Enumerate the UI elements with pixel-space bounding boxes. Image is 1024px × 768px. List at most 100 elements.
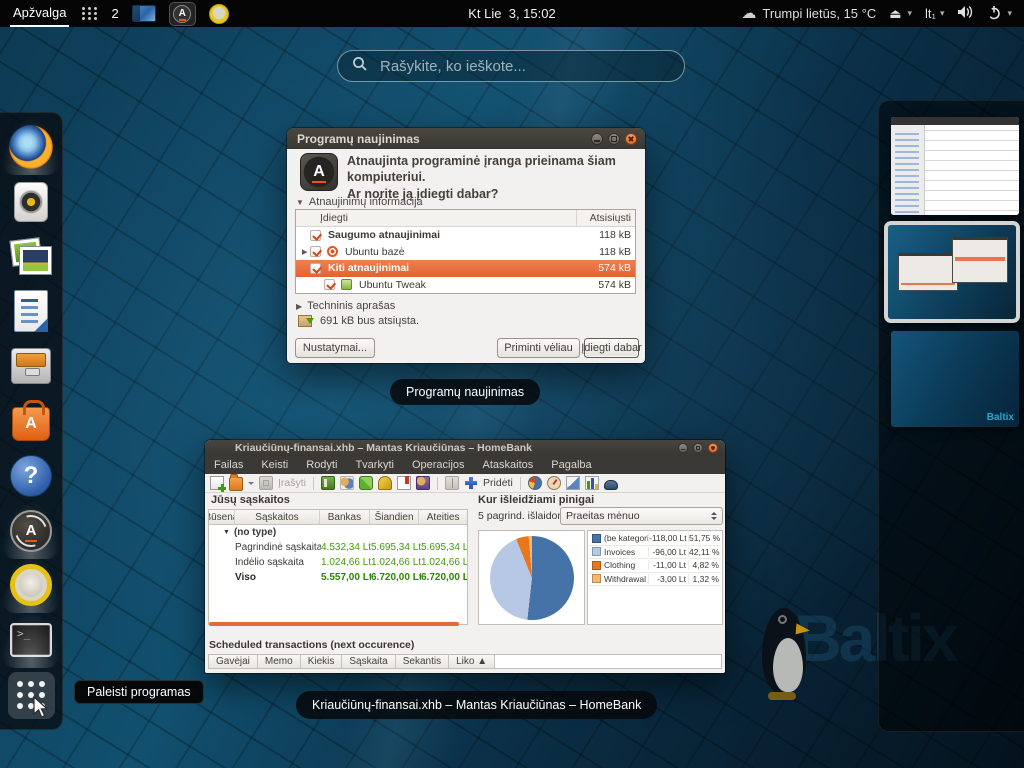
time-report-icon[interactable] <box>547 476 561 490</box>
checkbox-checked[interactable] <box>310 246 321 257</box>
horizontal-scrollbar[interactable] <box>209 622 459 626</box>
period-select[interactable]: Praeitas mėnuo <box>560 507 723 525</box>
show-register-icon[interactable] <box>445 476 459 490</box>
menu-failas[interactable]: Failas <box>205 459 252 471</box>
dock-item-software-store[interactable]: A <box>6 396 56 446</box>
archive-icon[interactable] <box>397 476 411 490</box>
save-icon[interactable] <box>259 476 273 490</box>
column-status[interactable]: Būsena <box>209 510 235 524</box>
power-menu[interactable]: ▾ <box>987 5 1012 23</box>
column-future[interactable]: Ateities <box>419 510 467 524</box>
dock-item-music-player[interactable] <box>6 177 56 227</box>
column-bank[interactable]: Bankas <box>320 510 370 524</box>
column-next[interactable]: Sekantis <box>396 655 449 668</box>
trend-report-icon[interactable] <box>566 476 580 490</box>
account-row[interactable]: Indėlio sąskaita 1.024,66 Lt 1.024,66 Lt… <box>209 555 467 570</box>
workspace-thumbnail-2-selected[interactable] <box>884 221 1020 323</box>
column-payees[interactable]: Gavėjai <box>209 655 258 668</box>
checkbox-checked[interactable] <box>324 279 335 290</box>
yellow-app-window-icon[interactable] <box>209 4 229 24</box>
payees-icon[interactable] <box>340 476 354 490</box>
spinner-arrows-icon[interactable] <box>711 509 717 523</box>
remind-later-button[interactable]: Priminti vėliau <box>497 338 580 358</box>
add-transaction-label[interactable]: Pridėti <box>483 477 513 489</box>
activities-button[interactable]: Apžvalga <box>10 0 69 27</box>
pie-report-icon[interactable] <box>528 476 542 490</box>
workspace-thumbnail-1[interactable] <box>891 117 1019 215</box>
software-updater-window[interactable]: Programų naujinimas A Atnaujinta program… <box>287 128 645 363</box>
accounts-table[interactable]: Būsena Sąskaitos Bankas Šiandien Ateitie… <box>208 509 468 625</box>
legend-row[interactable]: Invoices -96,00 Lt 42,11 % <box>589 546 721 560</box>
terminal-window-icon[interactable] <box>132 5 156 22</box>
settings-button[interactable]: Nustatymai... <box>295 338 375 358</box>
dock-item-firefox[interactable] <box>6 122 56 172</box>
volume-icon[interactable] <box>957 5 974 22</box>
column-memo[interactable]: Memo <box>258 655 301 668</box>
open-file-icon[interactable] <box>229 477 243 491</box>
updates-info-expander[interactable]: ▼ Atnaujinimų informacija <box>296 196 423 208</box>
dock-item-photos[interactable] <box>6 231 56 281</box>
updater-titlebar[interactable]: Programų naujinimas <box>287 128 645 149</box>
update-row[interactable]: Saugumo atnaujinimai 118 kB <box>296 227 635 244</box>
menu-operacijos[interactable]: Operacijos <box>403 459 474 471</box>
legend-row[interactable]: Withdrawal of cash -3,00 Lt 1,32 % <box>589 573 721 587</box>
dock-item-help[interactable]: ? <box>6 451 56 501</box>
maximize-button[interactable] <box>608 133 620 145</box>
update-row[interactable]: Ubuntu Tweak 574 kB <box>296 277 635 294</box>
categories-icon[interactable] <box>359 476 373 490</box>
minimize-button[interactable] <box>678 443 688 453</box>
maximize-button[interactable] <box>693 443 703 453</box>
column-install[interactable]: Įdiegti <box>296 210 577 226</box>
column-today[interactable]: Šiandien <box>370 510 420 524</box>
clock[interactable]: Kt Lie 3, 15:02 <box>468 6 555 21</box>
technical-description-expander[interactable]: ▶ Techninis aprašas <box>296 300 395 312</box>
removable-media-menu[interactable]: ⏏ ▾ <box>889 6 912 22</box>
dock-item-baltix-one[interactable] <box>6 560 56 610</box>
keyboard-layout-menu[interactable]: lt₁ ▾ <box>925 6 944 21</box>
vehicle-report-icon[interactable] <box>604 480 618 490</box>
menu-tvarkyti[interactable]: Tvarkyti <box>346 459 403 471</box>
close-button[interactable] <box>708 443 718 453</box>
expander-closed-icon[interactable]: ▶ <box>302 248 310 256</box>
account-group-row[interactable]: ▼(no type) <box>209 525 467 540</box>
add-transaction-icon[interactable] <box>464 476 478 490</box>
workspace-thumbnail-3[interactable]: Baltix <box>891 331 1019 427</box>
assignments-icon[interactable] <box>416 476 430 490</box>
close-button[interactable] <box>625 133 637 145</box>
checkbox-checked[interactable] <box>310 263 321 274</box>
install-now-button[interactable]: Įdiegti dabar <box>584 338 639 358</box>
column-amount[interactable]: Kiekis <box>301 655 343 668</box>
column-download[interactable]: Atsisiųsti <box>577 210 635 226</box>
pie-chart[interactable] <box>490 536 574 620</box>
workspace-indicator[interactable]: 2 <box>111 6 118 21</box>
search-input[interactable] <box>378 57 670 76</box>
menu-pagalba[interactable]: Pagalba <box>542 459 600 471</box>
dock-item-writer[interactable] <box>6 286 56 336</box>
menu-ataskaitos[interactable]: Ataskaitos <box>474 459 543 471</box>
accounts-icon[interactable] <box>321 476 335 490</box>
dock-item-software-updater[interactable]: A <box>6 506 56 556</box>
new-file-icon[interactable] <box>210 476 224 490</box>
update-row-selected[interactable]: Kiti atnaujinimai 574 kB <box>296 260 635 277</box>
software-updater-window-icon[interactable]: A <box>169 2 196 26</box>
account-row[interactable]: Pagrindinė sąskaita 4.532,34 Lt 5.695,34… <box>209 540 467 555</box>
column-accounts[interactable]: Sąskaitos <box>235 510 320 524</box>
update-row[interactable]: ▶ Ubuntu bazė 118 kB <box>296 244 635 261</box>
column-account[interactable]: Sąskaita <box>342 655 395 668</box>
legend-row[interactable]: Clothing -11,00 Lt 4,82 % <box>589 559 721 573</box>
homebank-window[interactable]: Kriaučiūnų-finansai.xhb – Mantas Kriauči… <box>205 440 725 673</box>
dock-item-terminal[interactable]: >_ <box>6 615 56 665</box>
open-dropdown-icon[interactable] <box>248 482 254 488</box>
minimize-button[interactable] <box>591 133 603 145</box>
legend-row[interactable]: (be kategorijos) -118,00 Lt 51,75 % <box>589 532 721 546</box>
weather-indicator[interactable]: ☁ Trumpi lietūs, 15 °C <box>741 6 876 21</box>
homebank-titlebar[interactable]: Kriaučiūnų-finansai.xhb – Mantas Kriauči… <box>205 440 725 456</box>
column-remaining[interactable]: Liko ▲ <box>449 655 495 668</box>
bar-report-icon[interactable] <box>585 476 599 490</box>
app-grid-icon[interactable] <box>82 7 98 20</box>
checkbox-checked[interactable] <box>310 230 321 241</box>
dock-item-file-cabinet[interactable] <box>6 341 56 391</box>
menu-rodyti[interactable]: Rodyti <box>297 459 346 471</box>
tags-icon[interactable] <box>378 476 392 490</box>
menu-keisti[interactable]: Keisti <box>252 459 297 471</box>
